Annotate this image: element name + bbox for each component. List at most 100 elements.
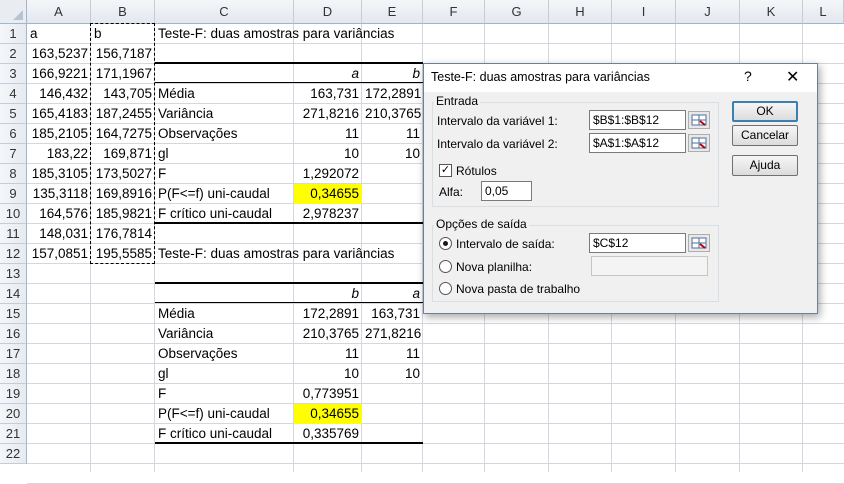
table-value-e[interactable]: 11 <box>362 124 423 144</box>
row-header-18[interactable]: 18 <box>0 364 27 384</box>
row-header-22[interactable]: 22 <box>0 444 27 464</box>
table-label[interactable]: Média <box>155 304 294 324</box>
table-value-d[interactable]: 0,773951 <box>294 384 362 404</box>
column-header-f[interactable]: F <box>423 0 485 24</box>
table-value-e[interactable]: 172,2891 <box>362 84 423 104</box>
table-value-e[interactable] <box>362 164 423 184</box>
select-all-corner[interactable] <box>0 0 27 24</box>
table-header-e[interactable]: a <box>362 284 423 304</box>
table-label[interactable]: F crítico uni-caudal <box>155 424 294 444</box>
table-label[interactable]: Média <box>155 84 294 104</box>
row-header-1[interactable]: 1 <box>0 24 27 44</box>
table-value-d[interactable]: 163,731 <box>294 84 362 104</box>
table-value-d[interactable]: 10 <box>294 144 362 164</box>
column-header-i[interactable]: I <box>612 0 676 24</box>
row-header-11[interactable]: 11 <box>0 224 27 244</box>
column-header-e[interactable]: E <box>362 0 423 24</box>
row-header-5[interactable]: 5 <box>0 104 27 124</box>
row-header-14[interactable]: 14 <box>0 284 27 304</box>
table-header-e[interactable]: b <box>362 64 423 84</box>
row-header-13[interactable]: 13 <box>0 264 27 284</box>
table-value-d[interactable]: 0,335769 <box>294 424 362 444</box>
table-value-e[interactable] <box>362 184 423 204</box>
row-header-12[interactable]: 12 <box>0 244 27 264</box>
row-header-17[interactable]: 17 <box>0 344 27 364</box>
table-value-e[interactable]: 11 <box>362 344 423 364</box>
table-value-e[interactable]: 10 <box>362 364 423 384</box>
labels-checkbox-label[interactable]: Rótulos <box>456 164 497 178</box>
table-header-d[interactable]: b <box>294 284 362 304</box>
row-header-9[interactable]: 9 <box>0 184 27 204</box>
table-label[interactable]: Observações <box>155 344 294 364</box>
column-header-k[interactable]: K <box>740 0 803 24</box>
table-header-d[interactable]: a <box>294 64 362 84</box>
cell-a3[interactable]: 166,9221 <box>27 64 91 84</box>
dialog-title-bar[interactable]: Teste-F: duas amostras para variâncias ?… <box>424 64 817 92</box>
table-value-d[interactable]: 172,2891 <box>294 304 362 324</box>
table-value-e[interactable]: 163,731 <box>362 304 423 324</box>
output-range-button[interactable] <box>688 234 710 252</box>
table-label[interactable]: F crítico uni-caudal <box>155 204 294 224</box>
column-header-b[interactable]: B <box>91 0 155 24</box>
cell-a12[interactable]: 157,0851 <box>27 244 91 264</box>
var1-input[interactable]: $B$1:$B$12 <box>589 110 686 130</box>
table-label[interactable]: gl <box>155 144 294 164</box>
table-value-d[interactable]: 2,978237 <box>294 204 362 224</box>
row-header-8[interactable]: 8 <box>0 164 27 184</box>
cell-a6[interactable]: 185,2105 <box>27 124 91 144</box>
column-header-c[interactable]: C <box>155 0 294 24</box>
cell-a10[interactable]: 164,576 <box>27 204 91 224</box>
row-header-3[interactable]: 3 <box>0 64 27 84</box>
table-value-d[interactable]: 11 <box>294 344 362 364</box>
cell-a4[interactable]: 146,432 <box>27 84 91 104</box>
table-value-d[interactable]: 11 <box>294 124 362 144</box>
new-workbook-label[interactable]: Nova pasta de trabalho <box>456 282 580 296</box>
table-label[interactable]: P(F<=f) uni-caudal <box>155 404 294 424</box>
table-value-e[interactable]: 210,3765 <box>362 104 423 124</box>
column-header-j[interactable]: J <box>676 0 740 24</box>
var2-range-button[interactable] <box>688 134 710 152</box>
new-sheet-radio[interactable] <box>439 260 452 273</box>
cell-a2[interactable]: 163,5237 <box>27 44 91 64</box>
row-header-15[interactable]: 15 <box>0 304 27 324</box>
table-label[interactable]: Observações <box>155 124 294 144</box>
table-value-d[interactable]: 10 <box>294 364 362 384</box>
cell-a7[interactable]: 183,22 <box>27 144 91 164</box>
cell-a5[interactable]: 165,4183 <box>27 104 91 124</box>
table-value-e[interactable] <box>362 384 423 404</box>
cell-a9[interactable]: 135,3118 <box>27 184 91 204</box>
row-header-4[interactable]: 4 <box>0 84 27 104</box>
cell-a1[interactable]: a <box>27 24 91 44</box>
column-header-a[interactable]: A <box>27 0 91 24</box>
ok-button[interactable]: OK <box>732 101 798 122</box>
row-header-6[interactable]: 6 <box>0 124 27 144</box>
help-button[interactable]: Ajuda <box>732 155 798 176</box>
table-value-d[interactable]: 210,3765 <box>294 324 362 344</box>
close-icon[interactable]: ✕ <box>786 67 799 87</box>
new-workbook-radio[interactable] <box>439 282 452 295</box>
table-value-e[interactable] <box>362 404 423 424</box>
table-value-d[interactable]: 0,34655 <box>294 404 362 424</box>
column-header-d[interactable]: D <box>294 0 362 24</box>
table-value-e[interactable]: 271,8216 <box>362 324 423 344</box>
column-header-l[interactable]: L <box>803 0 844 24</box>
cancel-button[interactable]: Cancelar <box>732 125 798 146</box>
var2-input[interactable]: $A$1:$A$12 <box>589 133 686 153</box>
cell-a11[interactable]: 148,031 <box>27 224 91 244</box>
table-value-e[interactable] <box>362 424 423 444</box>
row-header-20[interactable]: 20 <box>0 404 27 424</box>
table-value-d[interactable]: 0,34655 <box>294 184 362 204</box>
table-value-d[interactable]: 271,8216 <box>294 104 362 124</box>
row-header-19[interactable]: 19 <box>0 384 27 404</box>
table-label[interactable]: F <box>155 384 294 404</box>
table-title[interactable]: Teste-F: duas amostras para variâncias <box>155 24 394 44</box>
row-header-21[interactable]: 21 <box>0 424 27 444</box>
row-header-2[interactable]: 2 <box>0 44 27 64</box>
table-label[interactable]: gl <box>155 364 294 384</box>
cell-a8[interactable]: 185,3105 <box>27 164 91 184</box>
column-header-g[interactable]: G <box>485 0 549 24</box>
output-range-label[interactable]: Intervalo de saída: <box>456 237 555 251</box>
row-header-7[interactable]: 7 <box>0 144 27 164</box>
column-header-h[interactable]: H <box>549 0 612 24</box>
table-label[interactable]: F <box>155 164 294 184</box>
